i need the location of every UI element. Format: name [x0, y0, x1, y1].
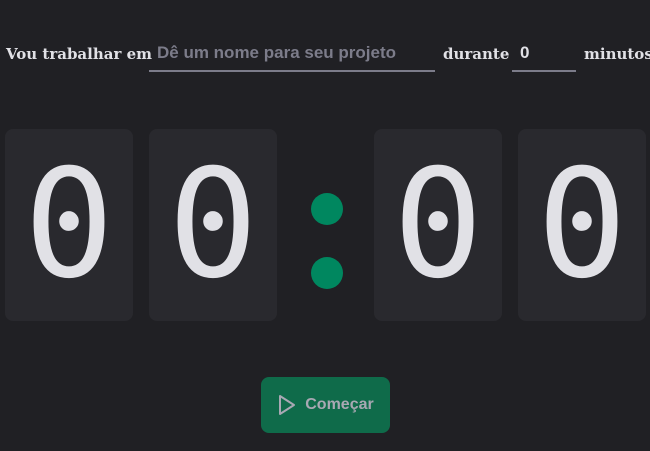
task-label: Vou trabalhar em	[6, 45, 153, 63]
task-input[interactable]	[149, 36, 435, 72]
countdown: 0 0 0 0	[0, 129, 650, 321]
countdown-separator	[310, 193, 344, 289]
seconds-ones-digit: 0	[518, 129, 646, 321]
task-form: Vou trabalhar em durante minutos	[0, 36, 650, 76]
minutes-tens-digit: 0	[5, 129, 133, 321]
start-button[interactable]: Começar	[261, 377, 390, 433]
minutes-ones-digit: 0	[149, 129, 277, 321]
separator-dot-top	[311, 193, 343, 225]
pomodoro-page: Vou trabalhar em durante minutos 0 0 0 0…	[0, 0, 650, 451]
seconds-tens-digit: 0	[374, 129, 502, 321]
start-button-label: Começar	[305, 396, 374, 413]
play-icon	[277, 394, 297, 416]
minutes-input[interactable]	[512, 36, 576, 72]
during-label: durante	[443, 45, 510, 63]
minutes-label: minutos	[584, 45, 650, 63]
separator-dot-bottom	[311, 257, 343, 289]
